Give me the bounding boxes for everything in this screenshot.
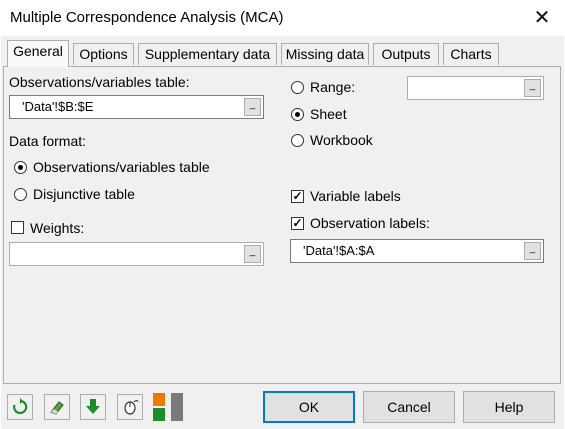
close-icon[interactable]: ✕ <box>519 0 565 36</box>
workbook-label: Workbook <box>310 132 373 148</box>
observation-labels-input[interactable]: 'Data'!$A:$A _ <box>290 239 544 263</box>
format-obs-label: Observations/variables table <box>33 159 210 175</box>
obs-table-value: 'Data'!$B:$E <box>22 99 94 114</box>
format-disjunctive-radio[interactable] <box>14 188 27 201</box>
sheet-radio[interactable] <box>291 108 304 121</box>
select-mouse-button[interactable] <box>117 394 143 420</box>
observation-labels-checkbox[interactable]: ✓ <box>291 217 304 230</box>
tab-options[interactable]: Options <box>73 43 134 65</box>
variable-labels-label: Variable labels <box>310 188 401 204</box>
color-swatch-icon <box>153 393 183 421</box>
reset-icon <box>13 398 28 415</box>
obs-table-input[interactable]: 'Data'!$B:$E _ <box>9 95 264 119</box>
tab-supplementary-data[interactable]: Supplementary data <box>138 43 277 65</box>
range-picker-button[interactable]: _ <box>244 98 261 116</box>
weights-checkbox[interactable] <box>11 221 24 234</box>
range-output-picker-button[interactable]: _ <box>524 79 541 97</box>
tab-missing-data[interactable]: Missing data <box>281 43 369 65</box>
range-radio[interactable] <box>291 81 304 94</box>
tab-outputs[interactable]: Outputs <box>373 43 439 65</box>
observation-labels-picker-button[interactable]: _ <box>524 242 541 260</box>
cancel-button[interactable]: Cancel <box>363 391 455 423</box>
data-format-label: Data format: <box>9 133 87 149</box>
observation-labels-value: 'Data'!$A:$A <box>303 243 375 258</box>
window-title: Multiple Correspondence Analysis (MCA) <box>10 9 284 26</box>
range-label: Range: <box>310 79 356 95</box>
tab-general[interactable]: General <box>7 40 69 67</box>
title-bar: Multiple Correspondence Analysis (MCA) ✕ <box>0 0 565 36</box>
variable-labels-checkbox[interactable]: ✓ <box>291 190 304 203</box>
mouse-icon <box>124 400 139 415</box>
observation-labels-label: Observation labels: <box>310 215 430 231</box>
range-input[interactable]: _ <box>407 76 544 100</box>
ok-button[interactable]: OK <box>263 391 355 423</box>
down-button[interactable] <box>80 394 106 420</box>
workbook-radio[interactable] <box>291 134 304 147</box>
obs-table-label: Observations/variables table: <box>9 74 190 90</box>
color-swatch-button[interactable] <box>151 392 185 422</box>
format-disjunctive-label: Disjunctive table <box>33 186 135 202</box>
weights-label: Weights: <box>30 220 85 236</box>
format-obs-radio[interactable] <box>14 161 27 174</box>
eraser-icon <box>50 401 64 415</box>
clear-button[interactable] <box>44 394 70 420</box>
help-button[interactable]: Help <box>463 391 555 423</box>
download-arrow-icon <box>86 399 100 414</box>
tab-charts[interactable]: Charts <box>443 43 499 65</box>
weights-picker-button[interactable]: _ <box>244 245 261 263</box>
weights-input[interactable]: _ <box>9 242 264 266</box>
sheet-label: Sheet <box>310 106 347 122</box>
reset-button[interactable] <box>7 394 33 420</box>
